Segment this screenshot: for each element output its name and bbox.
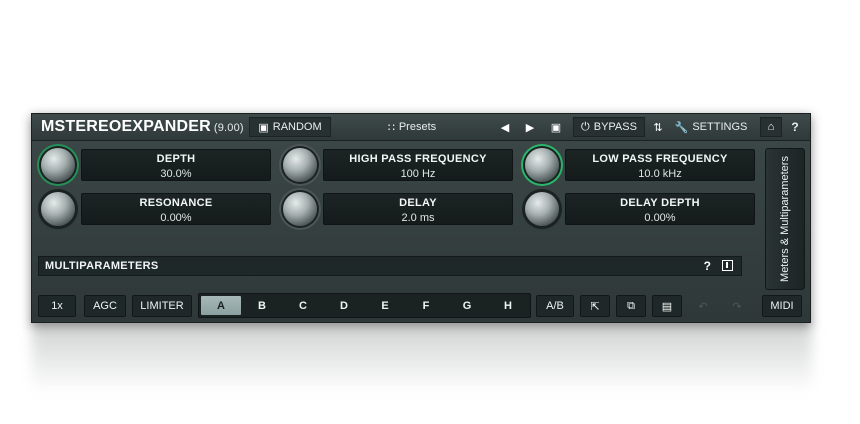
random-button[interactable]: ▣ RANDOM — [249, 117, 331, 137]
ab-label: A/B — [546, 300, 564, 312]
delay-label: DELAY — [399, 197, 437, 209]
delay-depth-value: 0.00% — [644, 212, 676, 224]
wrench-icon: 🔧 — [674, 121, 689, 134]
resonance-value: 0.00% — [160, 212, 192, 224]
prev-preset-button[interactable]: ◀ — [495, 117, 515, 137]
plugin-window: MSTEREOEXPANDER (9.00) ▣ RANDOM ∷ Presets… — [31, 113, 811, 323]
triangle-left-icon: ◀ — [500, 121, 510, 134]
delay-value: 2.0 ms — [401, 212, 435, 224]
settings-button[interactable]: 🔧 SETTINGS — [670, 117, 752, 137]
slot-h[interactable]: H — [488, 296, 528, 315]
slot-c[interactable]: C — [283, 296, 323, 315]
delay-depth-knob[interactable] — [525, 192, 559, 226]
multiparameters-bar: MULTIPARAMETERS ? — [38, 256, 742, 276]
help-button[interactable]: ? — [785, 117, 805, 137]
redo-button[interactable]: ↷ — [722, 295, 752, 317]
plugin-title: MSTEREOEXPANDER (9.00) — [41, 118, 244, 136]
agc-button[interactable]: AGC — [84, 295, 126, 317]
triangle-right-icon: ▶ — [525, 121, 535, 134]
undo-icon: ↶ — [698, 300, 708, 313]
delay-knob[interactable] — [283, 192, 317, 226]
high-pass-frequency-knob[interactable] — [283, 148, 317, 182]
bypass-label: BYPASS — [593, 121, 637, 133]
home-button[interactable]: ⌂ — [760, 117, 782, 137]
presets-label: Presets — [398, 121, 437, 133]
expand-button[interactable]: ⇱ — [580, 295, 610, 317]
paste-button[interactable]: ▤ — [652, 295, 682, 317]
limiter-label: LIMITER — [140, 300, 184, 312]
param-delay-depth: DELAY DEPTH 0.00% — [523, 192, 755, 226]
limiter-button[interactable]: LIMITER — [132, 295, 192, 317]
resonance-label: RESONANCE — [139, 197, 213, 209]
paste-icon: ▤ — [661, 300, 673, 313]
low-pass-frequency-label: LOW PASS FREQUENCY — [592, 153, 728, 165]
slot-a[interactable]: A — [201, 296, 241, 315]
delay-depth-label: DELAY DEPTH — [620, 197, 700, 209]
multiparameters-label: MULTIPARAMETERS — [45, 260, 159, 272]
cube-icon: ▣ — [258, 121, 269, 134]
plugin-reflection — [32, 323, 812, 393]
grid-icon: ∷ — [387, 121, 395, 134]
random-preset-button[interactable]: ▣ — [546, 117, 566, 137]
undo-button[interactable]: ↶ — [688, 295, 718, 317]
dice-icon: ▣ — [550, 121, 562, 134]
low-pass-frequency-knob[interactable] — [525, 148, 559, 182]
slot-e[interactable]: E — [365, 296, 405, 315]
high-pass-frequency-value: 100 Hz — [400, 168, 436, 180]
meters-multiparameters-tab[interactable]: Meters & Multiparameters — [765, 148, 805, 290]
plugin-version: (9.00) — [213, 122, 244, 134]
help-label: ? — [791, 120, 799, 134]
presets-button[interactable]: ∷ Presets — [332, 117, 492, 137]
undo-history-button[interactable]: ⇅ — [648, 117, 668, 137]
ab-button[interactable]: A/B — [536, 295, 574, 317]
history-icon: ⇅ — [653, 121, 663, 134]
delay-box[interactable]: DELAY 2.0 ms — [323, 193, 513, 225]
resonance-knob[interactable] — [41, 192, 75, 226]
high-pass-frequency-box[interactable]: HIGH PASS FREQUENCY 100 Hz — [323, 149, 513, 181]
depth-label: DEPTH — [156, 153, 196, 165]
slot-d[interactable]: D — [324, 296, 364, 315]
depth-knob[interactable] — [41, 148, 75, 182]
meters-multiparameters-label: Meters & Multiparameters — [779, 156, 791, 282]
param-low-pass-frequency: LOW PASS FREQUENCY 10.0 kHz — [523, 148, 755, 182]
low-pass-frequency-box[interactable]: LOW PASS FREQUENCY 10.0 kHz — [565, 149, 755, 181]
speed-label: 1x — [51, 300, 63, 312]
multiparameters-help-button[interactable]: ? — [704, 259, 711, 273]
random-label: RANDOM — [272, 121, 322, 133]
param-depth: DEPTH 30.0% — [39, 148, 271, 182]
resonance-box[interactable]: RESONANCE 0.00% — [81, 193, 271, 225]
power-icon: ⏻ — [581, 120, 590, 133]
low-pass-frequency-value: 10.0 kHz — [638, 168, 682, 180]
midi-label: MIDI — [770, 300, 794, 312]
depth-value: 30.0% — [160, 168, 192, 180]
param-resonance: RESONANCE 0.00% — [39, 192, 271, 226]
depth-box[interactable]: DEPTH 30.0% — [81, 149, 271, 181]
copy-button[interactable]: ⧉ — [616, 295, 646, 317]
expand-icon: ⇱ — [590, 300, 600, 313]
speed-button[interactable]: 1x — [38, 295, 76, 317]
settings-label: SETTINGS — [692, 121, 748, 133]
top-bar: MSTEREOEXPANDER (9.00) ▣ RANDOM ∷ Presets… — [32, 114, 810, 141]
midi-button[interactable]: MIDI — [762, 295, 802, 317]
redo-icon: ↷ — [732, 300, 742, 313]
param-delay: DELAY 2.0 ms — [281, 192, 513, 226]
copy-icon: ⧉ — [627, 299, 635, 312]
param-high-pass-frequency: HIGH PASS FREQUENCY 100 Hz — [281, 148, 513, 182]
slot-b[interactable]: B — [242, 296, 282, 315]
delay-depth-box[interactable]: DELAY DEPTH 0.00% — [565, 193, 755, 225]
next-preset-button[interactable]: ▶ — [520, 117, 540, 137]
multiparameters-edit-icon[interactable] — [722, 260, 733, 271]
high-pass-frequency-label: HIGH PASS FREQUENCY — [349, 153, 487, 165]
agc-label: AGC — [93, 300, 117, 312]
home-icon: ⌂ — [767, 121, 775, 133]
slot-g[interactable]: G — [447, 296, 487, 315]
plugin-name: MSTEREOEXPANDER — [41, 118, 211, 135]
bypass-button[interactable]: ⏻ BYPASS — [573, 117, 645, 137]
slot-f[interactable]: F — [406, 296, 446, 315]
preset-slots: A B C D E F G H — [198, 293, 531, 318]
